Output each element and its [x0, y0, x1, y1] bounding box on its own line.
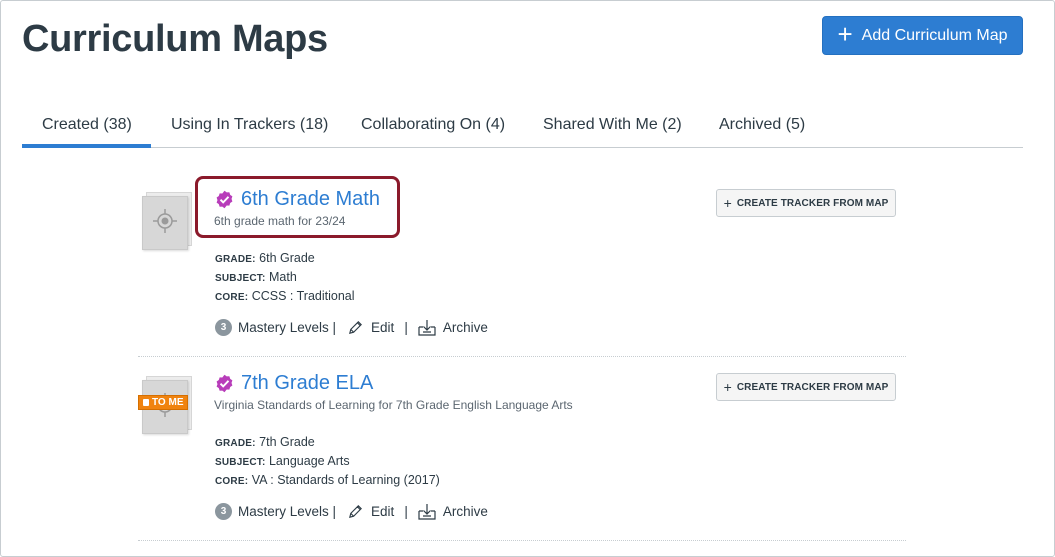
core-value: VA : Standards of Learning (2017): [251, 473, 440, 487]
add-curriculum-map-label: Add Curriculum Map: [861, 26, 1008, 44]
tab-created[interactable]: Created (38): [42, 116, 132, 134]
mastery-levels-label: Mastery Levels |: [238, 504, 337, 519]
lock-icon: [143, 399, 149, 406]
archive-icon: [418, 320, 436, 336]
grade-key: GRADE:: [215, 438, 256, 449]
map-thumbnail: [140, 190, 196, 250]
grade-value: 6th Grade: [259, 251, 315, 265]
core-key: CORE:: [215, 292, 249, 303]
core-field: CORE: VA : Standards of Learning (2017): [215, 473, 440, 487]
action-separator: |: [404, 504, 408, 519]
core-key: CORE:: [215, 476, 249, 487]
shared-to-me-badge: TO ME: [138, 395, 189, 410]
edit-button[interactable]: Edit: [347, 319, 394, 336]
archive-button[interactable]: Archive: [418, 319, 488, 336]
tab-archived[interactable]: Archived (5): [719, 116, 805, 134]
edit-label: Edit: [371, 504, 395, 519]
create-tracker-from-map-button[interactable]: + CREATE TRACKER FROM MAP: [716, 189, 896, 217]
action-separator: |: [404, 320, 408, 335]
core-value: CCSS : Traditional: [251, 289, 355, 303]
page-title: Curriculum Maps: [22, 18, 328, 60]
create-tracker-label: CREATE TRACKER FROM MAP: [736, 381, 889, 393]
subject-key: SUBJECT:: [215, 273, 266, 284]
tab-shared-with-me[interactable]: Shared With Me (2): [543, 116, 682, 134]
grade-key: GRADE:: [215, 254, 256, 265]
archive-button[interactable]: Archive: [418, 503, 488, 520]
tab-bar: Created (38) Using In Trackers (18) Coll…: [22, 104, 1023, 148]
card-divider: [138, 356, 906, 357]
map-actions: 3 Mastery Levels | Edit | Archive: [215, 319, 488, 336]
subject-value: Math: [268, 270, 297, 284]
add-curriculum-map-button[interactable]: + Add Curriculum Map: [822, 16, 1023, 55]
mastery-count-badge: 3: [215, 503, 232, 520]
core-field: CORE: CCSS : Traditional: [215, 289, 355, 303]
tab-using-in-trackers[interactable]: Using In Trackers (18): [171, 116, 328, 134]
mastery-count-badge: 3: [215, 319, 232, 336]
grade-field: GRADE: 7th Grade: [215, 435, 315, 449]
archive-icon: [418, 504, 436, 520]
card-divider: [138, 540, 906, 541]
map-actions: 3 Mastery Levels | Edit | Archive: [215, 503, 488, 520]
tab-collaborating-on[interactable]: Collaborating On (4): [361, 116, 505, 134]
edit-button[interactable]: Edit: [347, 503, 394, 520]
pencil-icon: [349, 505, 363, 518]
archive-label: Archive: [442, 320, 488, 335]
verified-badge-icon: [216, 374, 233, 393]
archive-label: Archive: [442, 504, 488, 519]
grade-field: GRADE: 6th Grade: [215, 251, 315, 265]
subject-field: SUBJECT: Language Arts: [215, 454, 350, 468]
map-title-link[interactable]: 6th Grade Math: [241, 188, 380, 211]
to-me-label: TO ME: [152, 397, 184, 408]
plus-icon: +: [723, 194, 732, 211]
mastery-levels-label: Mastery Levels |: [238, 320, 337, 335]
pencil-icon: [349, 321, 363, 334]
edit-label: Edit: [371, 320, 395, 335]
verified-badge-icon: [216, 190, 233, 209]
map-title-row: 7th Grade ELA: [215, 372, 373, 395]
map-subtitle: Virginia Standards of Learning for 7th G…: [214, 398, 573, 412]
active-tab-indicator: [22, 144, 151, 148]
target-icon: [153, 209, 177, 233]
curriculum-map-card: 6th Grade Math 6th grade math for 23/24 …: [138, 176, 906, 360]
plus-icon: +: [723, 378, 732, 395]
plus-icon: +: [837, 19, 853, 49]
curriculum-map-card: TO ME 7th Grade ELA Virginia Standards o…: [138, 360, 906, 544]
create-tracker-label: CREATE TRACKER FROM MAP: [736, 197, 889, 209]
map-subtitle: 6th grade math for 23/24: [214, 214, 346, 228]
subject-key: SUBJECT:: [215, 457, 266, 468]
grade-value: 7th Grade: [259, 435, 315, 449]
map-title-row: 6th Grade Math: [215, 188, 380, 211]
create-tracker-from-map-button[interactable]: + CREATE TRACKER FROM MAP: [716, 373, 896, 401]
subject-field: SUBJECT: Math: [215, 270, 297, 284]
subject-value: Language Arts: [268, 454, 350, 468]
map-title-link[interactable]: 7th Grade ELA: [241, 372, 373, 395]
